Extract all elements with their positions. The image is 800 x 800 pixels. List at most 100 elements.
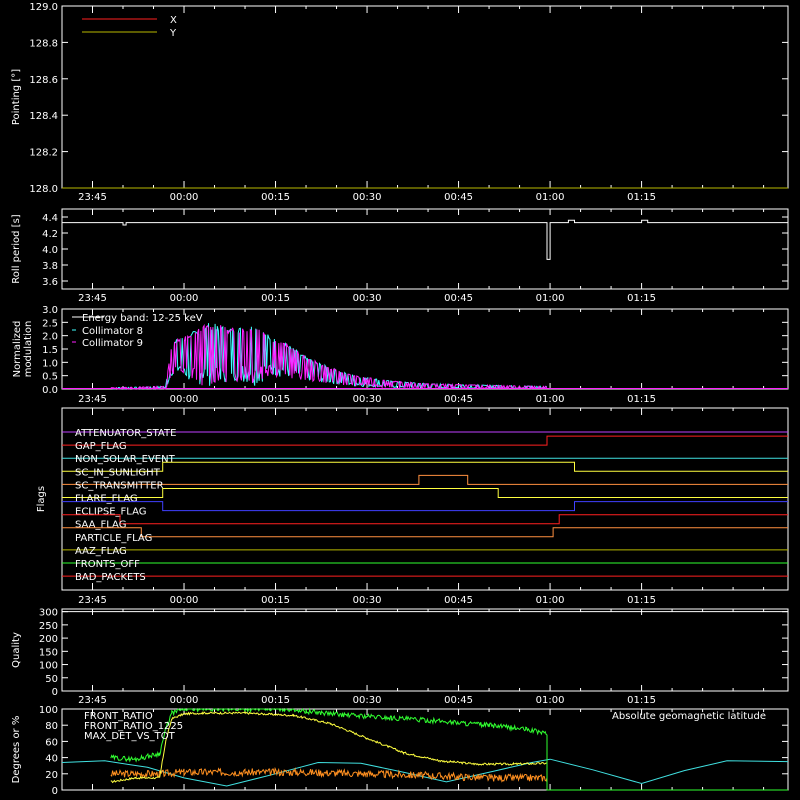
flags-xtick-label: 01:15 (627, 595, 656, 606)
quality-xtick-label: 01:00 (536, 695, 565, 706)
flags-xtick-label: 23:45 (78, 595, 107, 606)
flag-label-sc-transmitter: SC_TRANSMITTER (75, 480, 164, 491)
ratios-series-max-det-vs-tot (110, 766, 788, 791)
pointing-xtick-label: 00:00 (170, 192, 199, 203)
pointing-ytick-label: 128.8 (29, 38, 58, 49)
flag-label-attenuator-state: ATTENUATOR_STATE (75, 428, 176, 439)
flag-label-eclipse-flag: ECLIPSE_FLAG (75, 507, 146, 518)
ratios-ytick-label: 0 (52, 786, 58, 797)
modulation-legend-title: Energy band: 12-25 keV (82, 313, 203, 324)
flags-xtick-label: 00:15 (261, 595, 290, 606)
plot-canvas: 23:45 00:00 00:15 00:30 00:45 01:00 01:15 128.0… (11, 2, 789, 797)
ratios-ytick-label: 60 (45, 737, 58, 748)
modulation-ytick-label: 0.0 (42, 385, 58, 396)
modulation-xtick-label: 00:15 (261, 394, 290, 405)
modulation-ytick-label: 1.5 (42, 345, 58, 356)
roll-xtick-label: 00:45 (444, 293, 473, 304)
quality-frame (61, 608, 789, 692)
flag-line-eclipse-flag (62, 501, 788, 512)
ratios-ylabel: Degrees or % (11, 716, 22, 784)
roll-xtick-label: 23:45 (78, 293, 107, 304)
modulation-ylabel: Normalizedmodulation (12, 321, 34, 378)
flag-label-flare-flag: FLARE_FLAG (75, 494, 138, 505)
flag-label-saa-flag: SAA_FLAG (75, 520, 126, 531)
flags-xtick-label: 00:45 (444, 595, 473, 606)
flag-label-fronts-off: FRONTS_OFF (75, 559, 140, 570)
roll-ytick-label: 4.4 (42, 213, 58, 224)
quality-ytick-label: 150 (39, 647, 58, 658)
pointing-ylabel: Pointing [°] (11, 69, 22, 125)
quality-ytick-label: 200 (39, 634, 58, 645)
modulation-xtick-label: 00:00 (170, 394, 199, 405)
flag-label-aaz-flag: AAZ_FLAG (75, 546, 127, 557)
pointing-xtick-label: 23:45 (78, 192, 107, 203)
modulation-xtick-label: 01:00 (536, 394, 565, 405)
modulation-legend-collimator-9: Collimator 9 (82, 338, 143, 349)
flag-line-flare-flag (62, 488, 788, 498)
quality-ytick-label: 250 (39, 621, 58, 632)
roll-series (62, 219, 788, 260)
flags-xtick-label: 00:00 (170, 595, 199, 606)
roll-xtick-label: 00:00 (170, 293, 199, 304)
ratios-ytick-label: 20 (45, 770, 58, 781)
flag-label-sc-in-sunlight: SC_IN_SUNLIGHT (75, 467, 161, 478)
roll-ytick-label: 4.0 (42, 245, 58, 256)
ratios-ytick-label: 100 (39, 705, 58, 716)
flag-line-particle-flag (62, 527, 788, 538)
flags-ylabel: Flags (36, 486, 47, 512)
flag-line-sc-transmitter (62, 474, 788, 485)
flag-label-non-solar-event: NON_SOLAR_EVENT (75, 454, 176, 465)
pointing-xtick-label: 01:15 (627, 192, 656, 203)
quality-ytick-label: 50 (45, 674, 58, 685)
quality-xtick-label: 00:45 (444, 695, 473, 706)
roll-ytick-label: 3.8 (42, 261, 58, 272)
pointing-xtick-label: 00:45 (444, 192, 473, 203)
roll-xtick-label: 01:00 (536, 293, 565, 304)
modulation-xtick-label: 01:15 (627, 394, 656, 405)
ratios-panel: 020406080100Degrees or % FRONT_RATIOFRONT… (11, 705, 789, 797)
quality-xtick-label: 00:00 (170, 695, 199, 706)
roll-panel: 23:45 00:00 00:15 00:30 00:45 01:00 01:15 3.6 3.… (11, 208, 789, 304)
modulation-ytick-label: 3.0 (42, 305, 58, 316)
flag-label-bad-packets: BAD_PACKETS (75, 572, 146, 583)
pointing-xtick-label: 00:30 (353, 192, 382, 203)
ratios-ytick-label: 80 (45, 721, 58, 732)
pointing-legend-x-label: X (170, 15, 177, 26)
pointing-panel: 23:45 00:00 00:15 00:30 00:45 01:00 01:15 128.0… (11, 2, 789, 203)
quality-ytick-label: 300 (39, 608, 58, 619)
flags-xtick-label: 01:00 (536, 595, 565, 606)
quality-panel: 23:45 00:00 00:15 00:30 00:45 01:00 01:15 0 50 10… (11, 608, 789, 706)
roll-xtick-label: 00:30 (353, 293, 382, 304)
pointing-ytick-label: 128.2 (29, 148, 58, 159)
pointing-ytick-label: 128.0 (29, 184, 58, 195)
ratios-legend-max-det-vs-tot: MAX_DET_VS_TOT (84, 731, 176, 742)
pointing-xtick-label: 01:00 (536, 192, 565, 203)
modulation-series-collimator-9 (110, 323, 548, 391)
pointing-ytick-label: 128.4 (29, 111, 58, 122)
roll-ytick-label: 3.6 (42, 277, 58, 288)
pointing-xtick-label: 00:15 (261, 192, 290, 203)
ratios-annotation-geomag: Absolute geomagnetic latitude (612, 711, 766, 722)
flag-label-particle-flag: PARTICLE_FLAG (75, 533, 152, 544)
modulation-xtick-label: 00:45 (444, 394, 473, 405)
quality-ylabel: Quality (11, 632, 22, 668)
quality-xtick-label: 00:30 (353, 695, 382, 706)
pointing-ytick-label: 128.6 (29, 75, 58, 86)
roll-ylabel: Roll period [s] (11, 214, 22, 283)
pointing-ytick-label: 129.0 (29, 2, 58, 13)
quality-ytick-label: 100 (39, 661, 58, 672)
modulation-ytick-label: 0.5 (42, 372, 58, 383)
flag-label-gap-flag: GAP_FLAG (75, 441, 127, 452)
ratios-ytick-label: 40 (45, 754, 58, 765)
modulation-xtick-label: 00:30 (353, 394, 382, 405)
modulation-ytick-label: 2.5 (42, 318, 58, 329)
modulation-panel: 23:45 00:00 00:15 00:30 00:45 01:00 01:15 0.0 0.… (12, 305, 789, 405)
flags-xtick-label: 00:30 (353, 595, 382, 606)
quality-xtick-label: 00:15 (261, 695, 290, 706)
quality-xtick-label: 23:45 (78, 695, 107, 706)
roll-xtick-label: 01:15 (627, 293, 656, 304)
roll-xtick-label: 00:15 (261, 293, 290, 304)
modulation-legend-collimator-8: Collimator 8 (82, 326, 143, 337)
modulation-ytick-label: 2.0 (42, 332, 58, 343)
modulation-xtick-label: 23:45 (78, 394, 107, 405)
